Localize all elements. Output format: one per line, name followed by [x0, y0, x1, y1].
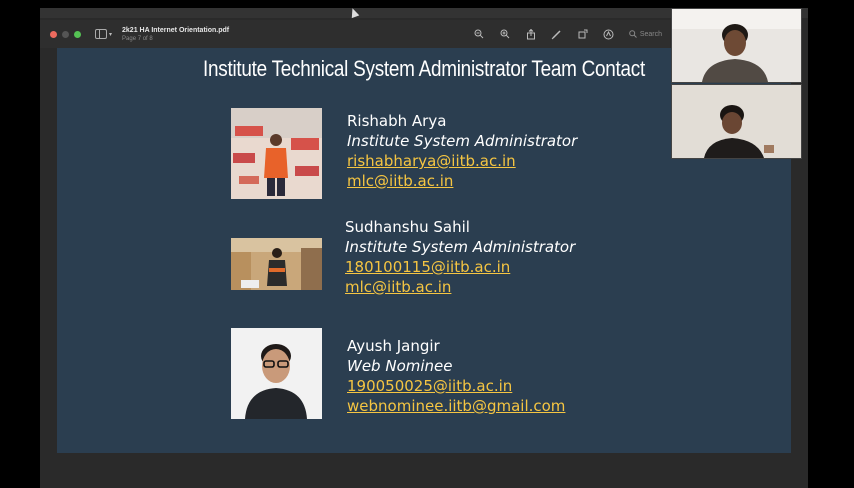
contact-email-link[interactable]: 180100115@iitb.ac.in	[345, 257, 575, 277]
contact-info-sudhanshu: Sudhanshu Sahil Institute System Adminis…	[345, 217, 575, 297]
annotate-button[interactable]	[603, 28, 615, 40]
contact-role: Web Nominee	[347, 357, 453, 375]
zoom-out-button[interactable]	[473, 28, 485, 40]
participant-video-1[interactable]	[671, 8, 802, 83]
contact-name: Sudhanshu Sahil	[345, 218, 470, 236]
minimize-window-button[interactable]	[62, 30, 69, 38]
sidebar-toggle-button[interactable]: ▾	[95, 29, 112, 39]
contact-name: Rishabh Arya	[347, 112, 447, 130]
contact-photo-rishabh	[231, 108, 322, 199]
markup-button[interactable]	[551, 28, 563, 40]
participant-video-2[interactable]	[671, 84, 802, 159]
sidebar-icon	[95, 29, 107, 39]
close-window-button[interactable]	[50, 30, 57, 38]
contact-name: Ayush Jangir	[347, 337, 440, 355]
window-controls	[50, 30, 81, 38]
document-name: 2k21 HA Internet Orientation.pdf	[122, 26, 230, 34]
contact-role: Institute System Administrator	[345, 238, 576, 256]
search-placeholder: Search	[639, 30, 662, 38]
contact-info-rishabh: Rishabh Arya Institute System Administra…	[347, 111, 577, 191]
chevron-down-icon: ▾	[109, 31, 113, 38]
share-button[interactable]	[525, 28, 537, 40]
participant-video-icon	[672, 85, 801, 158]
zoom-in-button[interactable]	[499, 28, 511, 40]
document-title-block: 2k21 HA Internet Orientation.pdf Page 7 …	[122, 27, 229, 42]
markup-circle-icon	[603, 29, 614, 39]
zoom-window-button[interactable]	[74, 30, 81, 38]
contact-email-link[interactable]: rishabharya@iitb.ac.in	[347, 151, 577, 171]
contact-email-link[interactable]: mlc@iitb.ac.in	[347, 171, 577, 191]
rotate-button[interactable]	[577, 28, 589, 40]
rotate-icon	[578, 29, 588, 39]
slide-title: Institute Technical System Administrator…	[202, 56, 646, 81]
person-photo-icon	[231, 328, 322, 419]
contact-role: Institute System Administrator	[347, 132, 578, 150]
share-icon	[526, 28, 535, 39]
search-field[interactable]: Search	[629, 30, 662, 38]
person-photo-icon	[231, 108, 322, 199]
search-icon	[629, 30, 637, 38]
contact-photo-sudhanshu	[231, 238, 322, 290]
page-indicator: Page 7 of 8	[122, 35, 153, 42]
contact-info-ayush: Ayush Jangir Web Nominee 190050025@iitb.…	[347, 336, 565, 416]
contact-email-link[interactable]: 190050025@iitb.ac.in	[347, 376, 565, 396]
contact-photo-ayush	[231, 328, 322, 419]
zoom-out-icon	[474, 29, 484, 39]
zoom-in-icon	[500, 29, 510, 39]
toolbar: Search	[473, 20, 662, 48]
preview-window-titlebar: ▾ 2k21 HA Internet Orientation.pdf Page …	[40, 20, 670, 48]
pen-icon	[551, 29, 561, 39]
participant-video-icon	[672, 9, 801, 82]
person-photo-icon	[231, 238, 322, 290]
contact-email-link[interactable]: webnominee.iitb@gmail.com	[347, 396, 565, 416]
contact-email-link[interactable]: mlc@iitb.ac.in	[345, 277, 575, 297]
